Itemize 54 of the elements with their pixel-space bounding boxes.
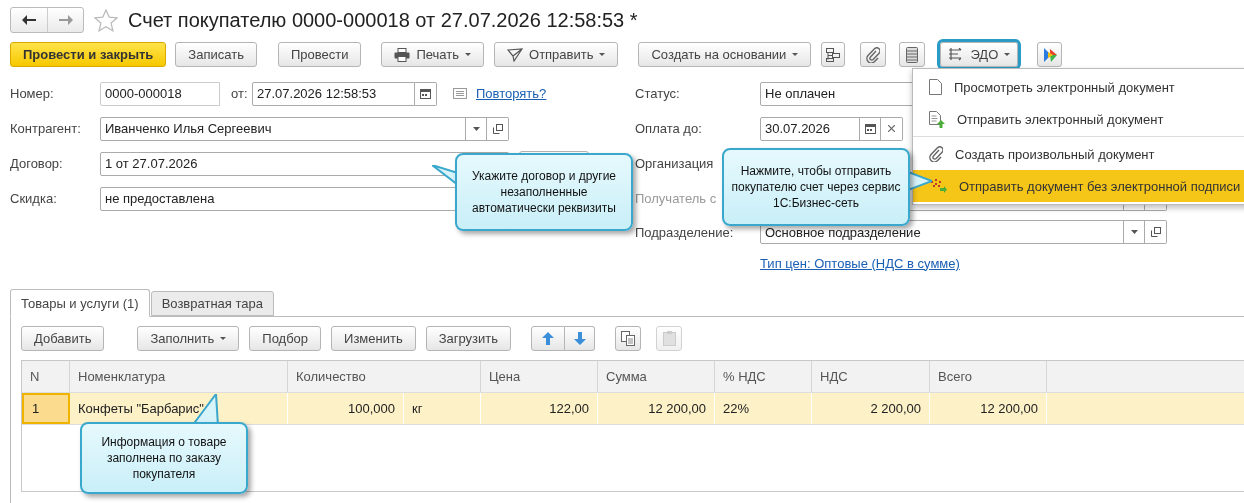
number-field[interactable]: 0000-000018 xyxy=(100,81,220,106)
field-label: Оплата до: xyxy=(635,121,703,136)
table-cell: 12 200,00 xyxy=(930,393,1047,424)
field-label: Подразделение: xyxy=(635,224,735,240)
column-header[interactable]: N xyxy=(22,361,70,392)
fill-button[interactable]: Заполнить xyxy=(137,325,240,351)
edo-button[interactable]: ЭДО xyxy=(940,42,1019,67)
column-header[interactable]: % НДС xyxy=(715,361,812,392)
table-cell: 100,000 xyxy=(288,393,404,424)
toolbar-button[interactable]: Записать xyxy=(175,42,257,67)
column-header[interactable]: Количество xyxy=(288,361,404,392)
column-header[interactable]: Цена xyxy=(481,361,598,392)
tab[interactable]: Возвратная тара xyxy=(150,291,274,316)
toolbar-button[interactable]: Провести xyxy=(277,42,362,67)
window-title: Счет покупателю 0000-000018 от 27.07.2026 12:58:53 * xyxy=(128,8,638,32)
column-header[interactable]: НДС xyxy=(812,361,930,392)
field-label: Статус: xyxy=(635,86,681,101)
column-header[interactable]: Номенклатура xyxy=(70,361,288,392)
table-cell: 1 xyxy=(22,393,70,424)
hint-tooltip: Информация о товаре заполнена по заказу покупателя xyxy=(80,422,248,494)
field-label: Организация xyxy=(635,156,715,171)
field-label: Номер: xyxy=(10,86,55,101)
hint-tooltip: Нажмите, чтобы отправить покупателю счет через сервис 1С:Бизнес-сеть xyxy=(722,148,910,226)
date-field[interactable]: 27.07.2026 12:58:53 xyxy=(252,81,415,106)
field-label: Контрагент: xyxy=(10,121,82,136)
column-header[interactable]: Сумма xyxy=(598,361,715,392)
department-field[interactable]: Основное подразделение xyxy=(760,220,1124,244)
toolbar-button[interactable]: Печать xyxy=(381,42,484,67)
field-label: Скидка: xyxy=(10,191,58,206)
field-label: от: xyxy=(231,86,249,101)
edit-button[interactable]: Изменить xyxy=(331,325,416,351)
toolbar-button[interactable]: Отправить xyxy=(494,42,619,67)
table-cell: Конфеты "Барбарис" xyxy=(70,393,288,424)
repeat-link[interactable]: Повторять? xyxy=(476,86,547,101)
field-label: Получатель с xyxy=(635,191,718,206)
menu-item[interactable]: Отправить документ без электронной подписи xyxy=(913,170,1244,202)
table-cell: 22% xyxy=(715,393,812,424)
pick-button[interactable]: Подбор xyxy=(249,325,322,351)
tab[interactable]: Товары и услуги (1) xyxy=(10,289,150,317)
contract-field[interactable]: 1 от 27.07.2026 xyxy=(100,151,466,176)
table-cell: 122,00 xyxy=(481,393,598,424)
hint-tooltip: Укажите договор и другие незаполненные автоматически реквизиты xyxy=(455,153,633,231)
counterparty-field[interactable]: Иванченко Илья Сергеевич xyxy=(100,116,466,141)
field-label: Договор: xyxy=(10,156,64,171)
pay-until-field[interactable]: 30.07.2026 xyxy=(760,116,860,141)
table-cell: 2 200,00 xyxy=(812,393,930,424)
price-type-link[interactable]: Тип цен: Оптовые (НДС в сумме) xyxy=(760,255,960,271)
table-cell: 12 200,00 xyxy=(598,393,715,424)
load-button[interactable]: Загрузить xyxy=(425,325,512,351)
toolbar-button[interactable]: Создать на основании xyxy=(638,42,812,67)
column-header[interactable]: Всего xyxy=(930,361,1047,392)
post-and-close-button[interactable]: Провести и закрыть xyxy=(10,42,167,67)
table-cell: кг xyxy=(404,393,481,424)
add-button[interactable]: Добавить xyxy=(21,325,105,351)
